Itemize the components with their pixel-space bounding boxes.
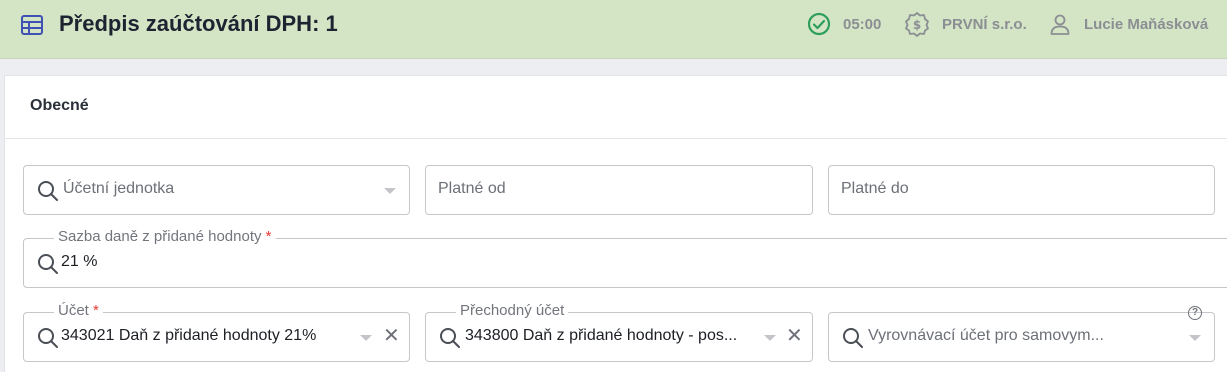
- help-icon[interactable]: ?: [1188, 306, 1202, 320]
- vat-rate-value: 21 %: [61, 253, 98, 270]
- session-time: 05:00: [843, 15, 882, 33]
- money-badge-icon: $: [905, 12, 929, 37]
- transit-account-value: 343800 Daň z přidané hodnoty - pos...: [465, 327, 738, 344]
- balancing-account-placeholder: Vyrovnávací účet pro samovym...: [868, 327, 1104, 344]
- company-name: PRVNÍ s.r.o.: [942, 15, 1027, 33]
- chevron-down-icon[interactable]: [384, 188, 396, 194]
- chevron-down-icon[interactable]: [360, 335, 372, 341]
- table-icon: [21, 15, 43, 35]
- chevron-down-icon[interactable]: [764, 335, 776, 341]
- transit-account-label: Přechodný účet: [456, 302, 569, 320]
- check-circle-icon: [807, 12, 831, 36]
- page-title: Předpis zaúčtování DPH: 1: [59, 11, 338, 36]
- form-card: Obecné Účetní jednotka Platné od Platné …: [4, 75, 1227, 372]
- svg-text:$: $: [913, 18, 921, 32]
- section-title: Obecné: [30, 97, 89, 114]
- account-select[interactable]: Účet * 343021 Daň z přidané hodnoty 21% …: [23, 302, 410, 362]
- clear-icon[interactable]: ✕: [786, 326, 803, 346]
- transit-account-select[interactable]: Přechodný účet 343800 Daň z přidané hodn…: [425, 302, 813, 362]
- account-value: 343021 Daň z přidané hodnoty 21%: [61, 327, 317, 344]
- section-divider: [5, 138, 1227, 139]
- search-icon: [38, 328, 58, 348]
- valid-from-field[interactable]: Platné od: [425, 165, 813, 215]
- valid-to-field[interactable]: Platné do: [828, 165, 1215, 215]
- valid-from-placeholder: Platné od: [438, 180, 506, 197]
- company-switcher[interactable]: $ PRVNÍ s.r.o.: [904, 10, 1027, 38]
- accounting-unit-select[interactable]: Účetní jednotka: [23, 165, 410, 215]
- user-icon: [1050, 14, 1070, 35]
- search-icon: [38, 254, 58, 274]
- valid-to-placeholder: Platné do: [841, 180, 909, 197]
- app-header: Předpis zaúčtování DPH: 1 05:00 $ PRVNÍ …: [0, 0, 1227, 59]
- user-name: Lucie Maňásková: [1084, 15, 1209, 33]
- user-menu[interactable]: Lucie Maňásková: [1048, 10, 1208, 38]
- accounting-unit-placeholder: Účetní jednotka: [63, 180, 175, 197]
- search-icon: [38, 181, 58, 201]
- vat-rate-select[interactable]: Sazba daně z přidané hodnoty * 21 %: [23, 228, 1227, 288]
- vat-rate-label: Sazba daně z přidané hodnoty *: [54, 228, 276, 246]
- search-icon: [843, 328, 863, 348]
- account-label: Účet *: [54, 302, 103, 320]
- search-icon: [440, 328, 460, 348]
- chevron-down-icon[interactable]: [1189, 335, 1201, 341]
- clear-icon[interactable]: ✕: [383, 326, 400, 346]
- session-timer[interactable]: 05:00: [807, 10, 881, 38]
- balancing-account-select[interactable]: Vyrovnávací účet pro samovym...: [828, 312, 1215, 362]
